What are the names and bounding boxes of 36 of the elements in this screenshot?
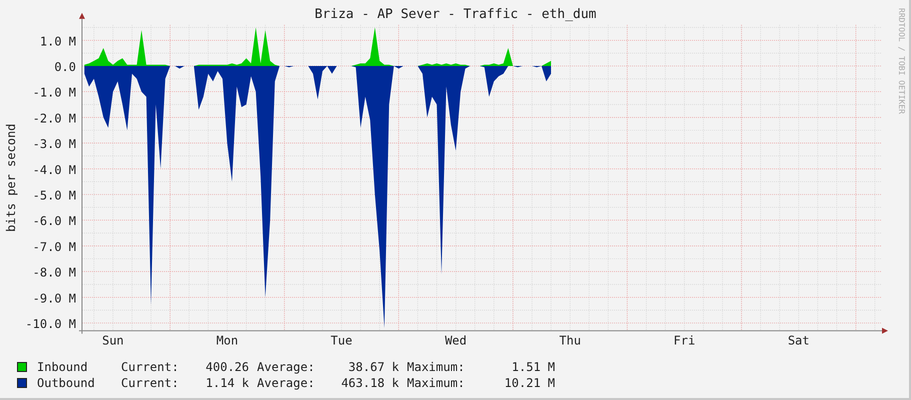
x-tick-label: Tue — [330, 334, 352, 348]
y-axis-label: bits per second — [4, 124, 18, 232]
y-tick-label: -10.0 M — [25, 317, 76, 331]
x-tick-label: Sun — [102, 334, 124, 348]
credit-text: RRDTOOL / TOBI OETIKER — [897, 8, 906, 114]
stat-value: 400.26 — [204, 360, 249, 374]
x-tick-label: Fri — [674, 334, 696, 348]
legend-name: Outbound — [37, 376, 96, 390]
y-tick-label: 1.0 M — [40, 34, 76, 48]
y-tick-label: -2.0 M — [32, 111, 76, 126]
y-tick-label: -8.0 M — [32, 266, 76, 280]
y-tick-label: -3.0 M — [32, 137, 76, 152]
stat-label: Maximum: — [407, 360, 466, 374]
stat-label: Average: — [257, 376, 316, 390]
x-tick-label: Thu — [559, 334, 581, 348]
y-tick-label: -7.0 M — [32, 240, 76, 254]
legend-name: Inbound — [37, 360, 89, 374]
y-tick-label: 0.0 — [54, 60, 76, 74]
stat-label: Current: — [121, 360, 180, 374]
x-tick-label: Wed — [444, 334, 467, 348]
stat-value: 463.18 k — [340, 376, 399, 390]
y-tick-label: -1.0 M — [32, 86, 76, 100]
stat-label: Average: — [257, 360, 316, 374]
stat-value: 1.51 M — [510, 360, 555, 374]
stat-value: 1.14 k — [204, 376, 249, 390]
stat-label: Maximum: — [407, 376, 466, 390]
y-tick-label: -5.0 M — [32, 188, 76, 202]
y-tick-label: -4.0 M — [32, 162, 76, 177]
x-tick-label: Mon — [216, 334, 238, 348]
y-tick-label: -6.0 M — [32, 214, 76, 228]
stat-label: Current: — [121, 376, 180, 390]
stat-value: 38.67 k — [347, 360, 399, 374]
x-tick-label: Sat — [788, 334, 810, 348]
chart-title: Briza - AP Sever - Traffic - eth_dum — [314, 7, 596, 22]
y-tick-label: -9.0 M — [32, 291, 76, 306]
stat-value: 10.21 M — [503, 376, 555, 390]
